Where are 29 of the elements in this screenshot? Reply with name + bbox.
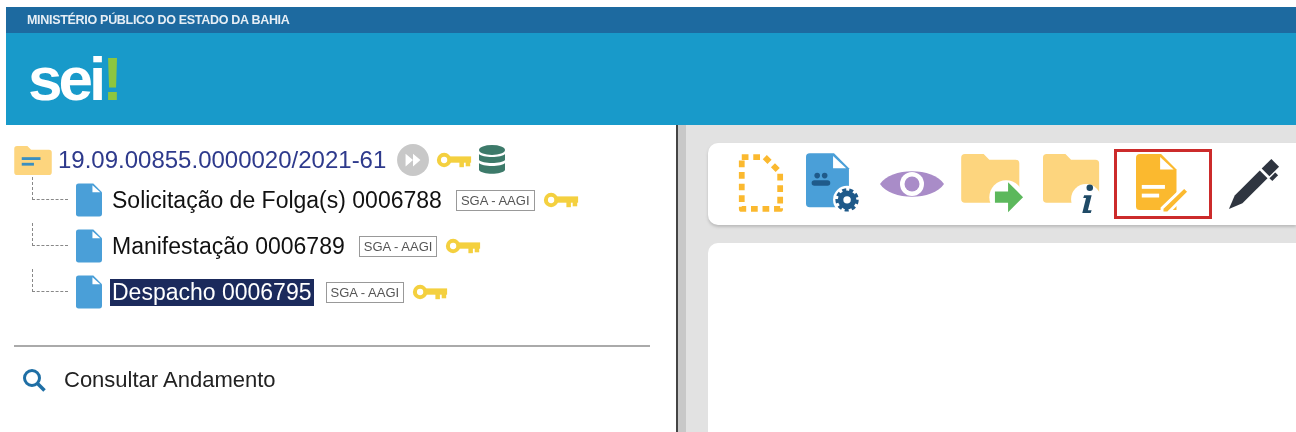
process-link[interactable]: 19.09.00855.0000020/2021-61: [58, 146, 387, 174]
document-link[interactable]: Despacho 0006795: [110, 278, 314, 306]
document-link[interactable]: Solicitação de Folga(s) 0006788: [110, 186, 444, 214]
pen-icon: [1227, 156, 1281, 212]
folder-icon: [14, 145, 52, 175]
tree-line: [32, 177, 68, 200]
document-gear-icon: [806, 153, 862, 215]
dashed-document-icon: [736, 153, 784, 215]
key-icon: [412, 283, 449, 301]
key-icon: [436, 151, 473, 169]
unit-tag: SGA - AAGI: [325, 281, 405, 303]
search-icon: [22, 368, 46, 392]
document-icon: [76, 229, 102, 263]
splitter[interactable]: [676, 125, 686, 432]
tree-line: [32, 269, 68, 292]
document-icon: [76, 275, 102, 309]
database-icon[interactable]: [478, 144, 507, 176]
action-link[interactable]: Consultar Andamento: [64, 367, 276, 393]
document-link[interactable]: Manifestação 0006789: [110, 232, 347, 260]
document-pencil-icon: [1136, 154, 1190, 214]
key-icon: [445, 237, 482, 255]
organization-name: MINISTÉRIO PÚBLICO DO ESTADO DA BAHIA: [27, 13, 290, 27]
key-icon: [542, 191, 579, 209]
document-icon: [76, 183, 102, 217]
toolbar-button[interactable]: [1114, 149, 1212, 219]
folder-info-icon: [1043, 154, 1101, 214]
tree-line: [32, 223, 68, 246]
unit-tag: SGA - AAGI: [358, 235, 438, 257]
unit-tag: SGA - AAGI: [455, 189, 535, 211]
